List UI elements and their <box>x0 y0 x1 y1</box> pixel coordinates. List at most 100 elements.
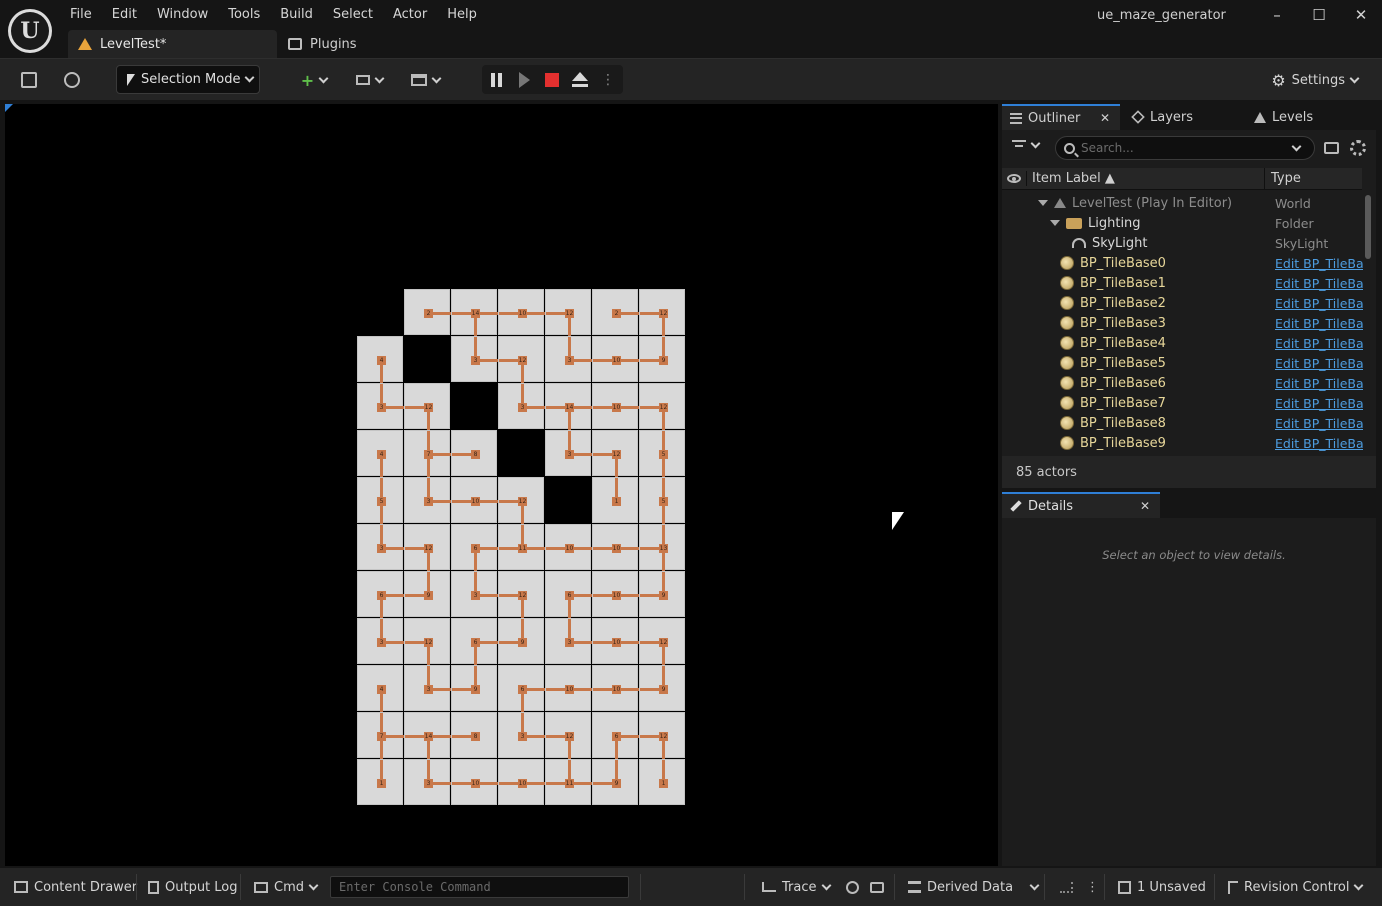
maze-tile[interactable]: 3 <box>404 665 451 711</box>
maze-empty-tile[interactable] <box>451 383 497 429</box>
maze-tile[interactable]: 12 <box>404 383 450 430</box>
outliner-row[interactable]: SkyLight SkyLight <box>1002 233 1362 253</box>
visibility-column[interactable] <box>1002 174 1026 183</box>
menu-item-select[interactable]: Select <box>323 4 383 25</box>
maze-tile[interactable]: 6 <box>451 524 498 571</box>
cinematics-button[interactable] <box>405 66 445 94</box>
tab-layers[interactable]: Layers <box>1131 104 1193 130</box>
maze-tile[interactable]: 13 <box>639 524 685 571</box>
maze-tile[interactable]: 3 <box>404 759 451 805</box>
derived-data-dropdown[interactable]: Derived Data <box>908 868 1040 906</box>
add-actor-button[interactable]: + <box>294 66 334 94</box>
maze-tile[interactable]: 10 <box>451 477 498 523</box>
maze-tile[interactable]: 12 <box>498 477 544 524</box>
trace-dropdown[interactable]: Trace <box>762 868 831 906</box>
unsaved-button[interactable]: 1 Unsaved <box>1118 868 1206 906</box>
record-button[interactable] <box>846 868 859 906</box>
outliner-settings-icon[interactable] <box>1350 140 1366 156</box>
blueprint-button[interactable] <box>350 66 388 94</box>
maze-tile[interactable]: 14 <box>404 712 451 759</box>
maze-tile[interactable]: 12 <box>639 712 685 759</box>
maze-tile[interactable]: 9 <box>592 759 638 805</box>
outliner-row[interactable]: BP_TileBase3 Edit BP_TileBase <box>1002 313 1363 333</box>
edit-blueprint-link[interactable]: Edit BP_TileBase <box>1275 336 1363 351</box>
maze-tile[interactable]: 6 <box>592 712 639 759</box>
maze-tile[interactable]: 9 <box>639 665 685 711</box>
maze-empty-tile[interactable] <box>498 430 544 476</box>
menu-item-build[interactable]: Build <box>270 4 323 25</box>
maze-tile[interactable]: 12 <box>639 289 685 336</box>
maze-tile[interactable]: 10 <box>592 618 639 664</box>
maze-tile[interactable]: 10 <box>592 524 639 570</box>
outliner-row[interactable]: BP_TileBase2 Edit BP_TileBase <box>1002 293 1363 313</box>
edit-blueprint-link[interactable]: Edit BP_TileBase <box>1275 376 1363 391</box>
maze-tile[interactable]: 3 <box>357 383 404 429</box>
maze-tile[interactable]: 6 <box>357 571 404 618</box>
maze-tile[interactable]: 12 <box>639 383 685 430</box>
close-window-button[interactable]: ✕ <box>1340 0 1382 30</box>
pause-button[interactable] <box>482 65 510 94</box>
maze-tile[interactable]: 12 <box>545 712 591 759</box>
tab-details[interactable]: Details ✕ <box>1002 492 1160 518</box>
maze-tile[interactable]: 8 <box>451 430 497 476</box>
item-label-column[interactable]: Item Label ▲ <box>1026 171 1264 186</box>
maze-tile[interactable]: 9 <box>451 665 497 711</box>
chevron-down-icon[interactable] <box>1291 141 1302 151</box>
search-input[interactable] <box>1081 141 1281 155</box>
level-viewport[interactable]: 2 14 10 12 2 12 4 3 12 3 10 9 3 12 3 14 10 12 4 7 8 3 12 5 5 3 10 1… <box>5 104 998 866</box>
selection-mode-dropdown[interactable]: Selection Mode <box>116 65 260 94</box>
maze-empty-tile[interactable] <box>404 336 450 382</box>
stop-button[interactable] <box>538 65 566 94</box>
maze-tile[interactable]: 5 <box>357 477 403 524</box>
outliner-row[interactable]: BP_TileBase1 Edit BP_TileBase <box>1002 273 1363 293</box>
maze-tile[interactable]: 9 <box>639 571 685 617</box>
tab-levels[interactable]: Levels <box>1254 104 1313 130</box>
unreal-logo-icon[interactable]: U <box>8 9 52 53</box>
edit-blueprint-link[interactable]: Edit BP_TileBase <box>1275 256 1363 271</box>
tab-level-test[interactable]: LevelTest* <box>68 30 277 58</box>
maze-tile[interactable]: 7 <box>357 712 404 759</box>
maze-tile[interactable]: 12 <box>404 524 450 571</box>
maze-tile[interactable]: 10 <box>451 759 498 805</box>
menu-item-window[interactable]: Window <box>147 4 218 25</box>
menu-item-actor[interactable]: Actor <box>383 4 437 25</box>
outliner-row[interactable]: BP_TileBase5 Edit BP_TileBase <box>1002 353 1363 373</box>
cmd-dropdown[interactable]: Cmd <box>254 868 319 906</box>
edit-blueprint-link[interactable]: Edit BP_TileBase <box>1275 396 1363 411</box>
menu-item-edit[interactable]: Edit <box>102 4 147 25</box>
maze-tile[interactable]: 12 <box>545 289 591 336</box>
edit-blueprint-link[interactable]: Edit BP_TileBase <box>1275 416 1363 431</box>
maze-tile[interactable]: 3 <box>451 336 498 382</box>
maze-tile[interactable]: 14 <box>451 289 498 336</box>
maze-tile[interactable]: 5 <box>639 430 685 477</box>
maze-tile[interactable]: 3 <box>357 524 404 570</box>
menu-item-tools[interactable]: Tools <box>218 4 270 25</box>
edit-blueprint-link[interactable]: Edit BP_TileBase <box>1275 436 1363 451</box>
maze-tile[interactable]: 14 <box>545 383 592 430</box>
maze-tile[interactable]: 3 <box>545 336 592 382</box>
outliner-row[interactable]: Lighting Folder <box>1002 213 1362 233</box>
edit-blueprint-link[interactable]: Edit BP_TileBase <box>1275 356 1363 371</box>
maze-tile[interactable]: 5 <box>639 477 685 524</box>
close-icon[interactable]: ✕ <box>1140 499 1150 513</box>
maze-tile[interactable]: 1 <box>357 759 403 805</box>
outliner-row[interactable]: BP_TileBase0 Edit BP_TileBase <box>1002 253 1363 273</box>
outliner-row[interactable]: LevelTest (Play In Editor) World <box>1002 193 1362 213</box>
maze-tile[interactable]: 10 <box>592 571 639 617</box>
maze-tile[interactable]: 9 <box>404 571 450 617</box>
play-options-button[interactable]: ⋮ <box>594 65 622 94</box>
outliner-scrollbar[interactable] <box>1365 195 1371 259</box>
edit-blueprint-link[interactable]: Edit BP_TileBase <box>1275 316 1363 331</box>
maze-tile[interactable]: 12 <box>498 571 544 618</box>
maze-tile[interactable]: 11 <box>545 759 592 805</box>
maze-tile[interactable]: 9 <box>639 336 685 382</box>
maze-tile[interactable]: 10 <box>592 665 639 711</box>
network-button[interactable] <box>1060 868 1073 906</box>
console-input[interactable] <box>331 877 628 897</box>
maze-tile[interactable]: 2 <box>404 289 451 335</box>
content-drawer-button[interactable]: Content Drawer <box>14 868 137 906</box>
output-log-button[interactable]: Output Log <box>148 868 238 906</box>
expand-arrow-icon[interactable] <box>1050 220 1060 226</box>
maze-tile[interactable]: 10 <box>592 383 639 429</box>
maze-tile[interactable]: 8 <box>451 712 497 758</box>
